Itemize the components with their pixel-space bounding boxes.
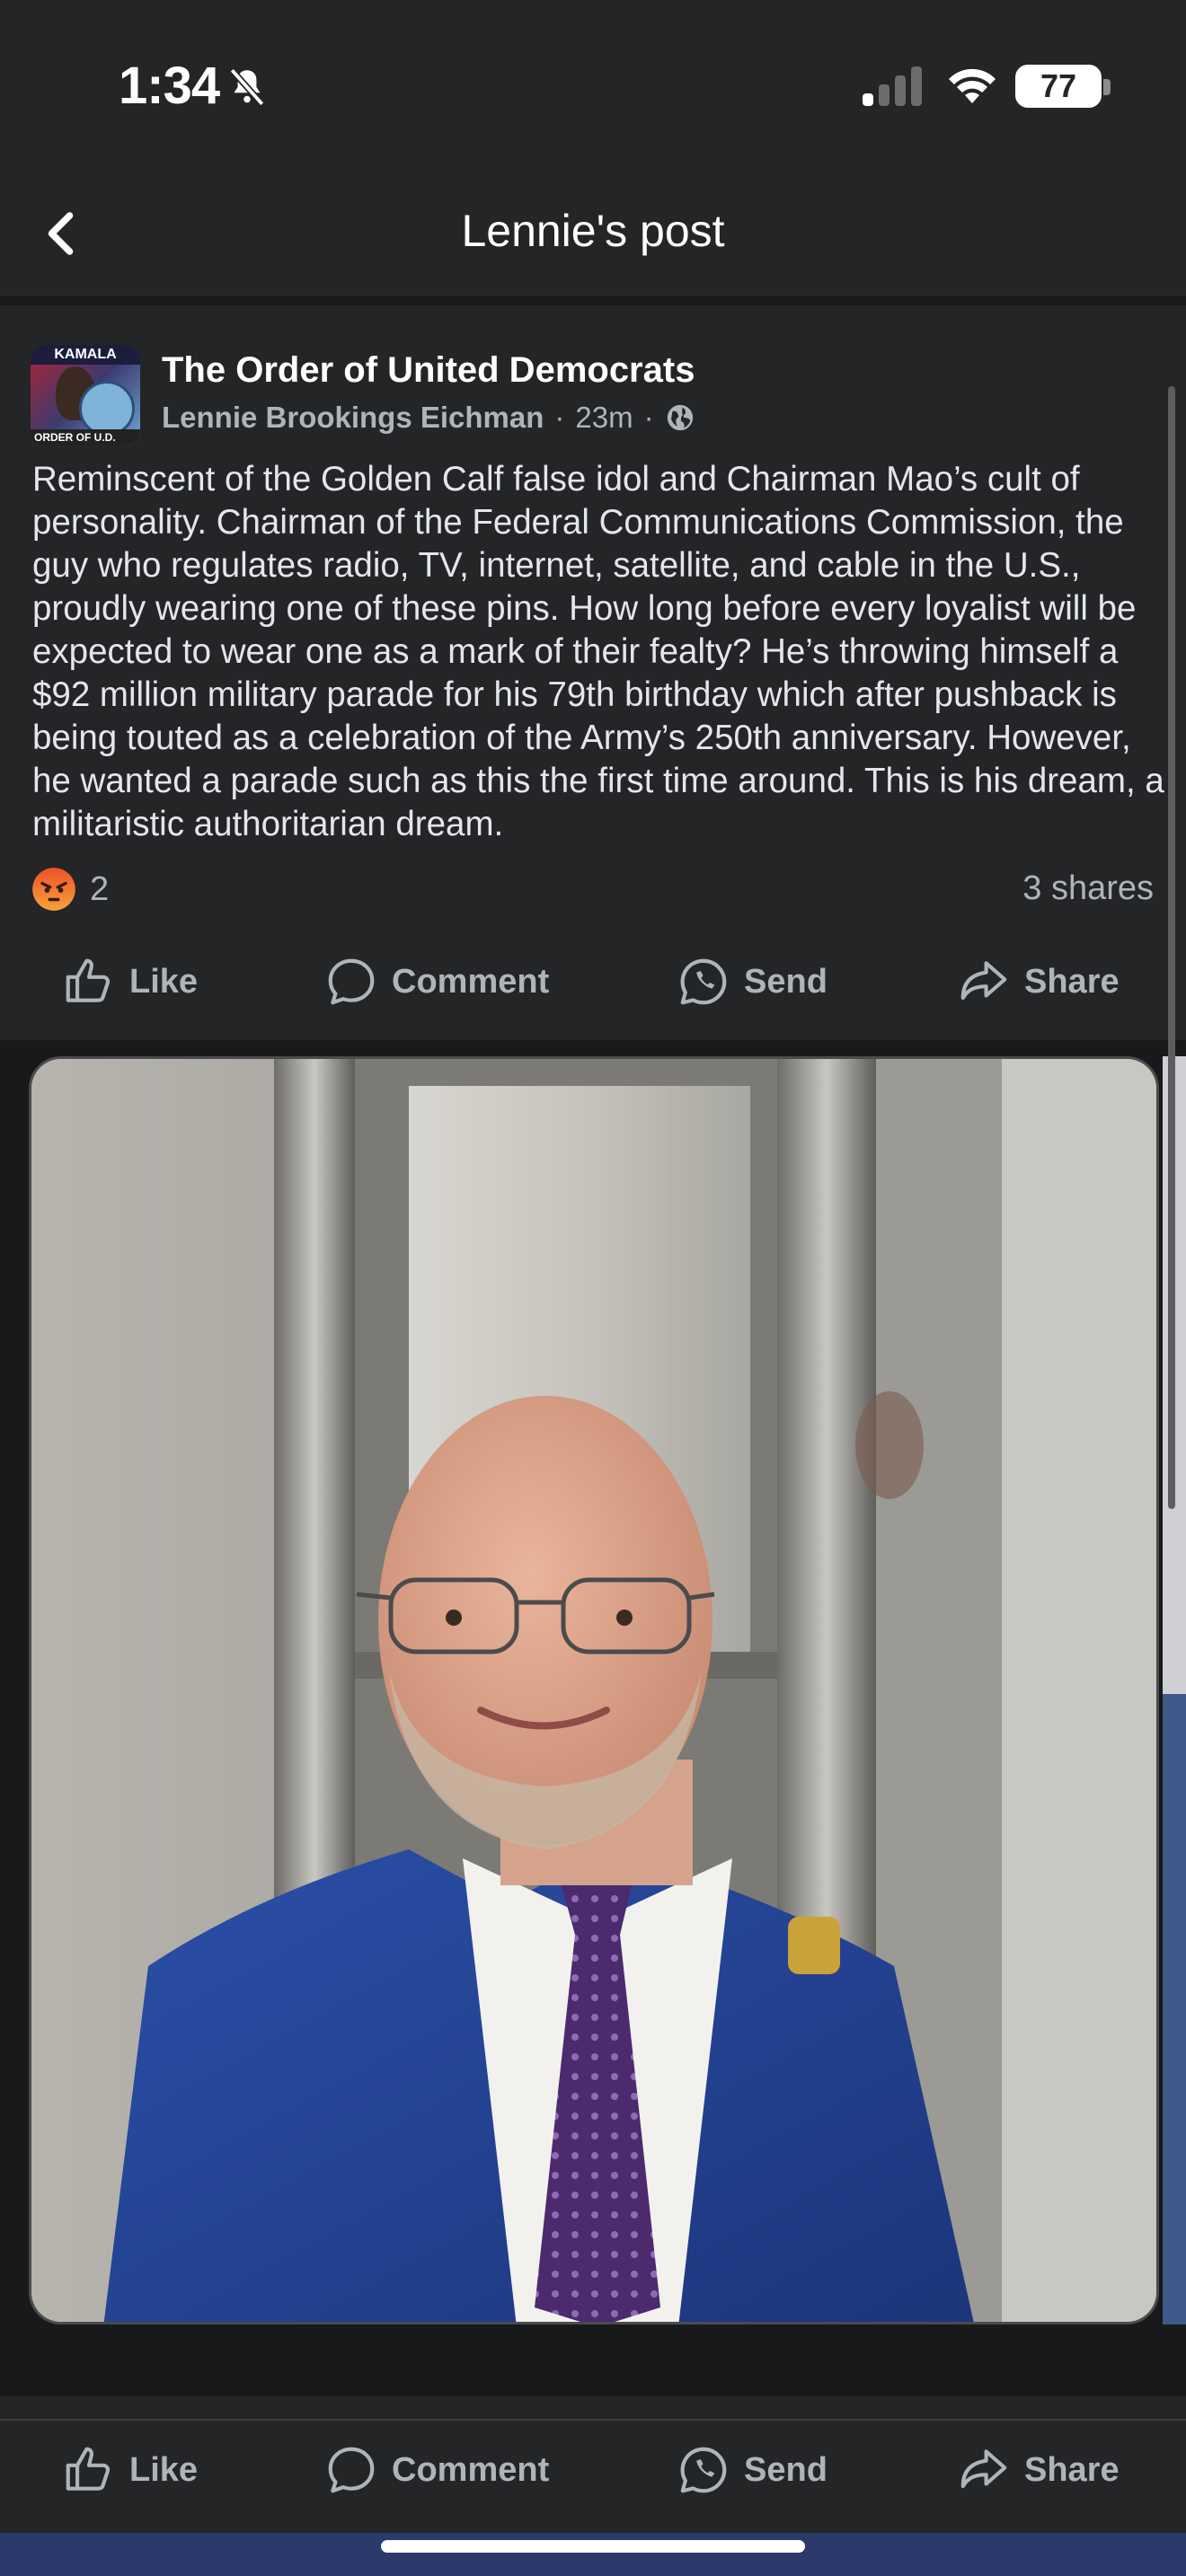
comment-bubble-icon xyxy=(328,2447,375,2493)
media-action-bar: Like Comment Send Share xyxy=(0,2419,1186,2518)
send-label: Send xyxy=(744,962,828,1001)
whatsapp-icon xyxy=(680,2447,727,2493)
battery-indicator: 77 xyxy=(1015,65,1102,108)
post-meta: Lennie Brookings Eichman · 23m · xyxy=(162,401,695,435)
page-title: Lennie's post xyxy=(461,206,725,256)
angry-face-icon xyxy=(32,868,75,911)
share-label: Share xyxy=(1024,962,1120,1001)
shares-count[interactable]: 3 shares xyxy=(1022,869,1154,908)
post-media-area xyxy=(0,1040,1186,2396)
thumbs-up-icon xyxy=(66,958,111,1002)
post-time[interactable]: 23m xyxy=(575,401,633,435)
thumbs-up-icon xyxy=(66,2447,111,2491)
share-label: Share xyxy=(1024,2450,1120,2489)
share-button[interactable]: Share xyxy=(956,2442,1120,2498)
home-indicator[interactable] xyxy=(381,2540,805,2553)
comment-bubble-icon xyxy=(328,958,375,1005)
status-time: 1:34 xyxy=(119,57,220,115)
battery-level: 77 xyxy=(1040,67,1077,104)
next-photo-blue-region xyxy=(1163,1694,1186,2325)
like-button[interactable]: Like xyxy=(61,954,198,1010)
author-name-link[interactable]: Lennie Brookings Eichman xyxy=(162,401,544,435)
wifi-icon xyxy=(949,68,996,103)
like-label: Like xyxy=(129,2450,199,2489)
comment-button[interactable]: Comment xyxy=(323,954,549,1010)
avatar-caption-bottom: ORDER OF U.D. xyxy=(31,429,140,446)
post-photo[interactable] xyxy=(29,1056,1159,2325)
comment-button[interactable]: Comment xyxy=(323,2442,549,2498)
post-action-bar: Like Comment Send Share xyxy=(0,932,1186,1031)
comment-label: Comment xyxy=(392,2450,550,2489)
send-button[interactable]: Send xyxy=(676,2442,828,2498)
comment-label: Comment xyxy=(392,962,550,1001)
reactions-summary[interactable]: 2 xyxy=(31,864,109,914)
bell-off-icon xyxy=(229,67,265,107)
like-button[interactable]: Like xyxy=(61,2442,198,2498)
share-button[interactable]: Share xyxy=(956,954,1120,1010)
scrollbar[interactable] xyxy=(1168,386,1175,1509)
meta-separator: · xyxy=(554,401,565,434)
share-arrow-icon xyxy=(960,2449,1007,2489)
globe-icon xyxy=(667,404,693,431)
status-bar: 1:34 77 xyxy=(0,0,1186,171)
send-label: Send xyxy=(744,2450,828,2489)
group-avatar[interactable]: KAMALA ORDER OF U.D. xyxy=(31,345,140,446)
reaction-count: 2 xyxy=(90,869,110,908)
share-arrow-icon xyxy=(960,961,1007,1001)
photo-illustration xyxy=(31,1059,1156,2322)
whatsapp-icon xyxy=(680,958,727,1005)
post-header-bar: Lennie's post xyxy=(0,171,1186,305)
avatar-badge xyxy=(79,381,135,437)
battery-tip xyxy=(1103,79,1111,95)
post-author-row: KAMALA ORDER OF U.D. The Order of United… xyxy=(0,341,1186,449)
send-button[interactable]: Send xyxy=(676,954,828,1010)
like-label: Like xyxy=(129,962,199,1001)
cellular-signal-icon xyxy=(863,66,922,106)
group-name-link[interactable]: The Order of United Democrats xyxy=(162,350,695,391)
avatar-caption-top: KAMALA xyxy=(31,345,140,365)
meta-separator: · xyxy=(643,401,654,434)
post-body-text: Reminscent of the Golden Calf false idol… xyxy=(32,460,1164,843)
